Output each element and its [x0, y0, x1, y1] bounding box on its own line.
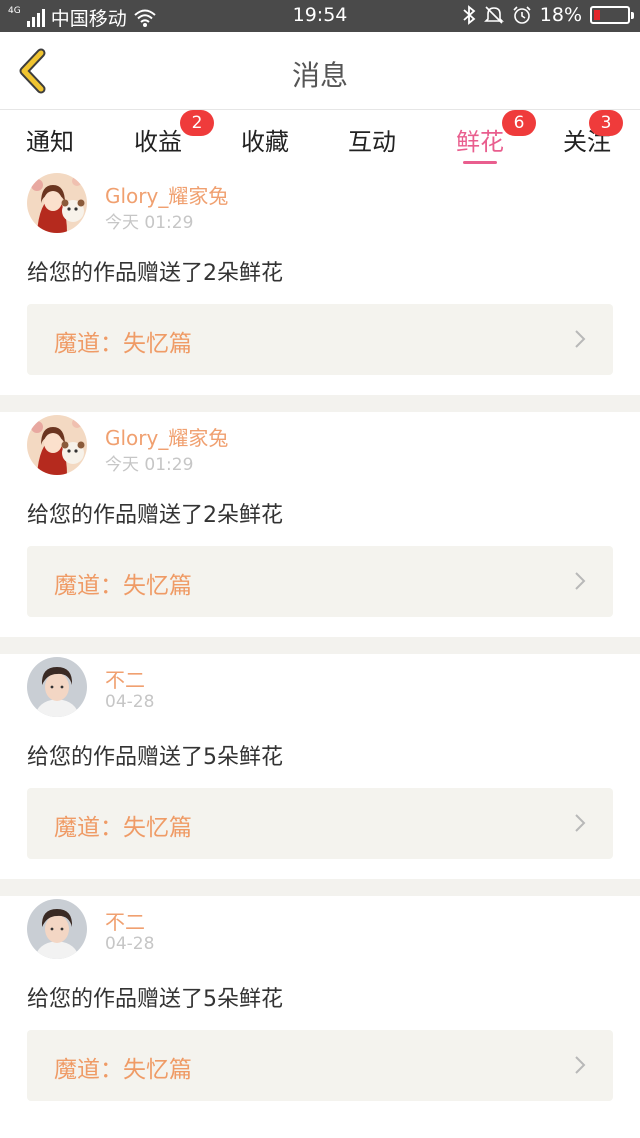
- divider: [0, 637, 640, 654]
- username[interactable]: Glory_耀家兔: [105, 422, 228, 451]
- avatar[interactable]: [27, 173, 87, 233]
- avatar[interactable]: [27, 415, 87, 475]
- work-title: 魔道：失忆篇: [54, 1057, 192, 1083]
- avatar-boy-icon: [27, 899, 87, 959]
- username[interactable]: Glory_耀家兔: [105, 180, 228, 209]
- avatar[interactable]: [27, 899, 87, 959]
- tab-income[interactable]: 收益 2: [134, 110, 214, 162]
- nav-bar: 消息: [0, 32, 640, 110]
- tab-label: 通知: [26, 128, 74, 156]
- chevron-right-icon: [575, 814, 586, 832]
- battery-level: [594, 10, 600, 20]
- active-tab-indicator: [463, 161, 497, 164]
- unread-badge: 6: [502, 110, 536, 136]
- timestamp: 04-28: [105, 692, 155, 712]
- message-text: 给您的作品赠送了2朵鲜花: [27, 261, 283, 286]
- battery-percent: 18%: [539, 4, 582, 26]
- flower-message-card: Glory_耀家兔 今天 01:29 给您的作品赠送了2朵鲜花 魔道：失忆篇: [0, 170, 640, 395]
- work-title: 魔道：失忆篇: [54, 573, 192, 599]
- work-link[interactable]: 魔道：失忆篇: [27, 788, 613, 859]
- tab-favorites[interactable]: 收藏: [241, 122, 289, 162]
- battery-icon: [590, 6, 634, 24]
- timestamp: 04-28: [105, 934, 155, 954]
- message-text: 给您的作品赠送了2朵鲜花: [27, 503, 283, 528]
- work-link[interactable]: 魔道：失忆篇: [27, 304, 613, 375]
- alarm-icon: [513, 6, 531, 24]
- timestamp: 今天 01:29: [105, 213, 194, 233]
- work-link[interactable]: 魔道：失忆篇: [27, 546, 613, 617]
- avatar-girl-icon: [27, 173, 87, 233]
- tab-label: 收藏: [241, 128, 289, 156]
- avatar[interactable]: [27, 657, 87, 717]
- mute-bell-icon: [483, 6, 504, 24]
- chevron-right-icon: [575, 1056, 586, 1074]
- message-text: 给您的作品赠送了5朵鲜花: [27, 745, 283, 770]
- tab-label: 互动: [348, 128, 396, 156]
- tab-flowers[interactable]: 鲜花 6: [456, 110, 536, 164]
- timestamp: 今天 01:29: [105, 455, 194, 475]
- message-list: Glory_耀家兔 今天 01:29 给您的作品赠送了2朵鲜花 魔道：失忆篇 G…: [0, 170, 640, 1121]
- flower-message-card: 不二 04-28 给您的作品赠送了5朵鲜花 魔道：失忆篇: [0, 654, 640, 879]
- page-title: 消息: [291, 59, 348, 92]
- chevron-right-icon: [575, 330, 586, 348]
- tab-label: 鲜花: [456, 128, 504, 156]
- chevron-right-icon: [575, 572, 586, 590]
- bluetooth-icon: [463, 5, 476, 25]
- tab-follows[interactable]: 关注 3: [563, 110, 623, 162]
- avatar-boy-icon: [27, 657, 87, 717]
- avatar-girl-icon: [27, 415, 87, 475]
- work-link[interactable]: 魔道：失忆篇: [27, 1030, 613, 1101]
- flower-message-card: Glory_耀家兔 今天 01:29 给您的作品赠送了2朵鲜花 魔道：失忆篇: [0, 412, 640, 637]
- tab-label: 收益: [134, 128, 182, 156]
- message-text: 给您的作品赠送了5朵鲜花: [27, 987, 283, 1012]
- divider: [0, 879, 640, 896]
- unread-badge: 2: [180, 110, 214, 136]
- screen: 4G 中国移动 19:54 18% 消息 通知 收益 2 收藏 互动 鲜花 6 …: [0, 0, 640, 1138]
- tab-interactions[interactable]: 互动: [348, 122, 396, 162]
- work-title: 魔道：失忆篇: [54, 815, 192, 841]
- tab-bar: 通知 收益 2 收藏 互动 鲜花 6 关注 3: [0, 110, 640, 170]
- username[interactable]: 不二: [105, 664, 145, 693]
- username[interactable]: 不二: [105, 906, 145, 935]
- flower-message-card: 不二 04-28 给您的作品赠送了5朵鲜花 魔道：失忆篇: [0, 896, 640, 1121]
- unread-badge: 3: [589, 110, 623, 136]
- divider: [0, 395, 640, 412]
- status-right: 18%: [462, 4, 634, 26]
- work-title: 魔道：失忆篇: [54, 331, 192, 357]
- status-bar: 4G 中国移动 19:54 18%: [0, 0, 640, 32]
- tab-notice[interactable]: 通知: [26, 122, 74, 162]
